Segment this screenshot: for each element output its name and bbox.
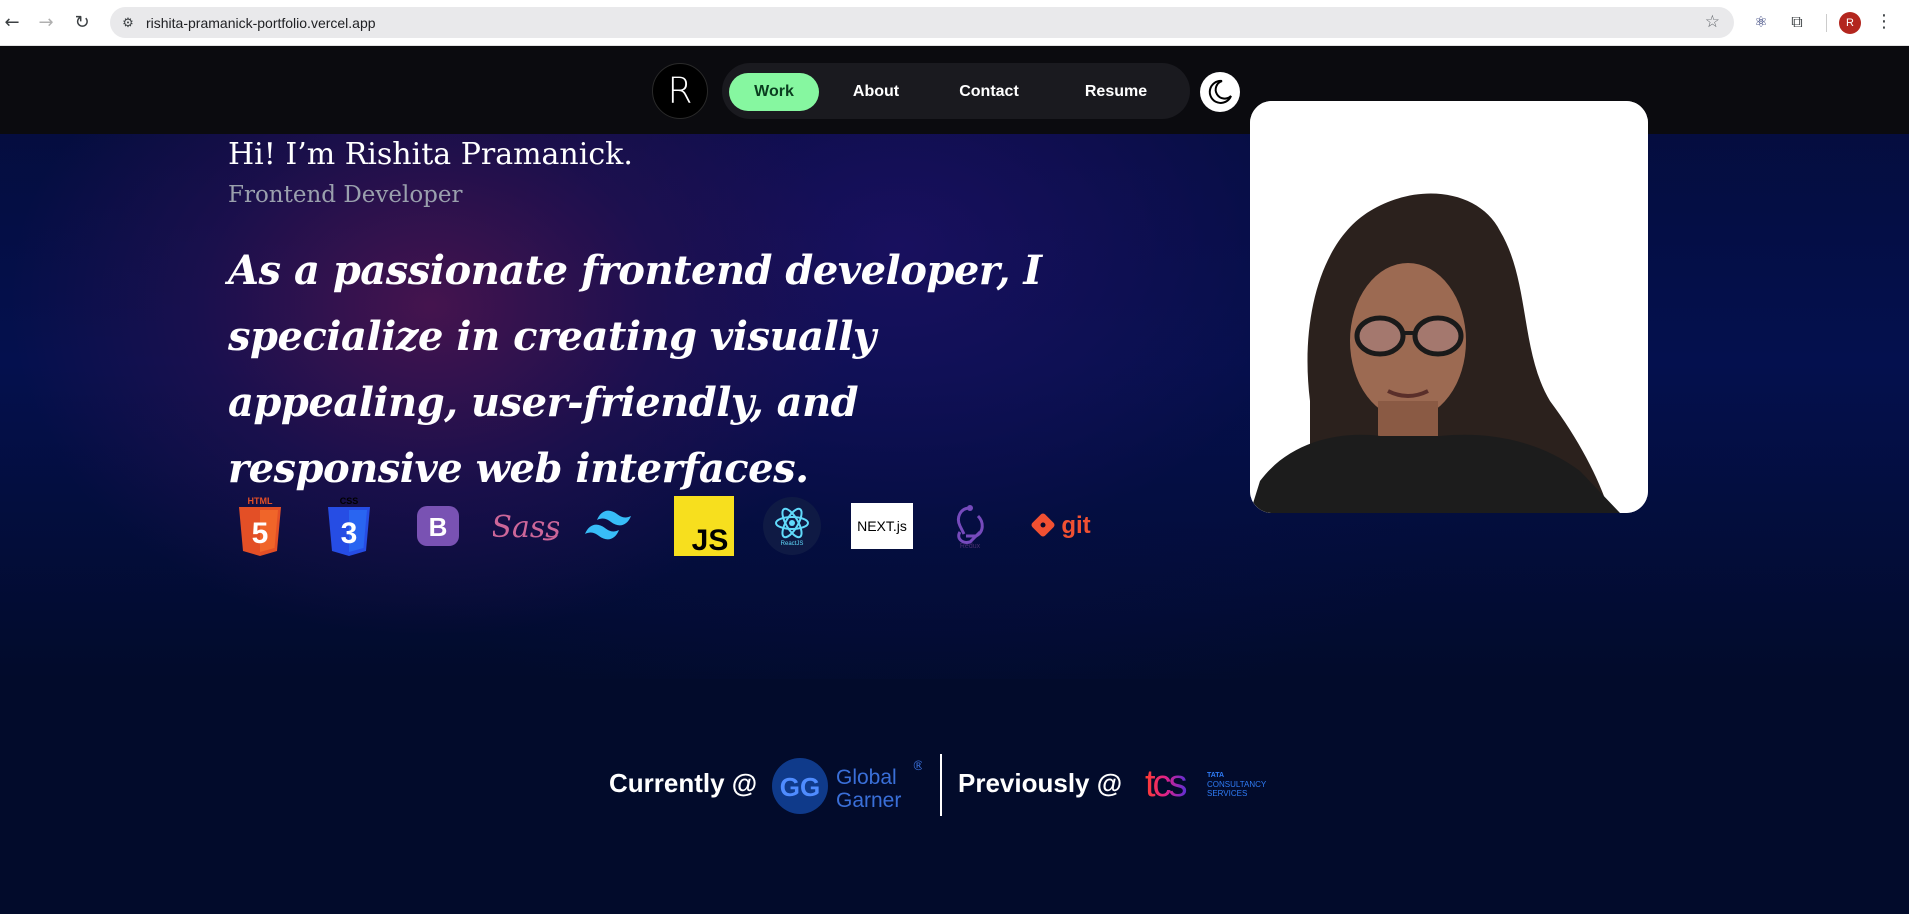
- javascript-label: JS: [692, 524, 729, 556]
- tcs-wordmark: tcs: [1145, 763, 1187, 805]
- profile-avatar[interactable]: R: [1839, 12, 1861, 34]
- currently-label: Currently @: [609, 768, 758, 798]
- global-garner-line1: Global: [836, 766, 897, 789]
- previously-label: Previously @: [958, 768, 1123, 798]
- forward-icon[interactable]: →: [34, 10, 58, 34]
- bootstrap-label: B: [429, 512, 448, 542]
- skills-row: HTML 5 CSS 3 B Sass JS ReactJS NEXT.js R…: [228, 494, 1128, 564]
- javascript-icon: JS: [672, 494, 736, 558]
- site-info-icon[interactable]: ⚙: [118, 13, 138, 33]
- experience-divider: [940, 754, 942, 816]
- sass-icon: Sass: [490, 494, 562, 558]
- nav-contact[interactable]: Contact: [934, 73, 1044, 111]
- tcs-logo[interactable]: tcs TATA CONSULTANCY SERVICES: [1145, 762, 1275, 806]
- css3-icon: CSS 3: [317, 494, 381, 558]
- git-label: git: [1061, 512, 1090, 539]
- tcs-line3: SERVICES: [1207, 789, 1247, 798]
- toolbar-divider: [1826, 14, 1827, 32]
- tcs-line1: TATA: [1207, 772, 1224, 779]
- html5-icon: HTML 5: [228, 494, 292, 558]
- bootstrap-icon: B: [406, 494, 470, 558]
- hero-role: Frontend Developer: [228, 182, 463, 208]
- hero-tagline: As a passionate frontend developer, I sp…: [228, 247, 1042, 492]
- nav-resume[interactable]: Resume: [1056, 73, 1176, 111]
- hero-greeting: Hi! I’m Rishita Pramanick.: [228, 137, 633, 172]
- nextjs-icon: NEXT.js: [850, 494, 914, 558]
- svg-text:5: 5: [252, 517, 269, 550]
- svg-text:3: 3: [341, 517, 358, 550]
- nextjs-label: NEXT.js: [857, 518, 907, 534]
- html5-label: HTML: [248, 496, 273, 506]
- css3-label: CSS: [340, 496, 359, 506]
- tcs-line2: CONSULTANCY: [1207, 780, 1267, 789]
- tailwind-icon: [580, 494, 644, 558]
- redux-label: Redux: [960, 543, 981, 550]
- svg-text:GG: GG: [780, 772, 820, 802]
- registered-mark: ®: [912, 759, 922, 774]
- nav-work[interactable]: Work: [729, 73, 819, 111]
- browser-menu-icon[interactable]: ⋮: [1875, 11, 1893, 32]
- react-icon: ReactJS: [760, 494, 824, 558]
- url-text[interactable]: rishita-pramanick-portfolio.vercel.app: [146, 15, 376, 31]
- back-icon[interactable]: ←: [0, 10, 24, 34]
- site-logo[interactable]: R: [652, 63, 708, 119]
- nav-pill: Work About Contact Resume: [722, 63, 1190, 119]
- portfolio-page: R Work About Contact Resume Hi! I’m Rish…: [0, 46, 1909, 914]
- moon-icon[interactable]: [1200, 72, 1240, 112]
- git-icon: git: [1028, 494, 1098, 558]
- nav-about[interactable]: About: [828, 73, 924, 111]
- react-devtools-extension-icon[interactable]: ⚛: [1750, 11, 1772, 33]
- extensions-puzzle-icon[interactable]: ⧉: [1786, 11, 1808, 33]
- profile-photo: [1250, 101, 1648, 513]
- experience-strip: Currently @ GG Global Garner ® Previousl…: [0, 746, 1909, 816]
- reload-icon[interactable]: ↻: [70, 10, 94, 34]
- global-garner-line2: Garner: [836, 789, 901, 812]
- address-bar[interactable]: ⚙ rishita-pramanick-portfolio.vercel.app…: [110, 7, 1734, 38]
- redux-icon: Redux: [938, 494, 1002, 558]
- browser-toolbar: ← → ↻ ⚙ rishita-pramanick-portfolio.verc…: [0, 0, 1909, 46]
- global-garner-logo[interactable]: GG Global Garner ®: [772, 756, 925, 816]
- bookmark-star-icon[interactable]: ☆: [1705, 12, 1720, 32]
- react-label: ReactJS: [781, 541, 804, 547]
